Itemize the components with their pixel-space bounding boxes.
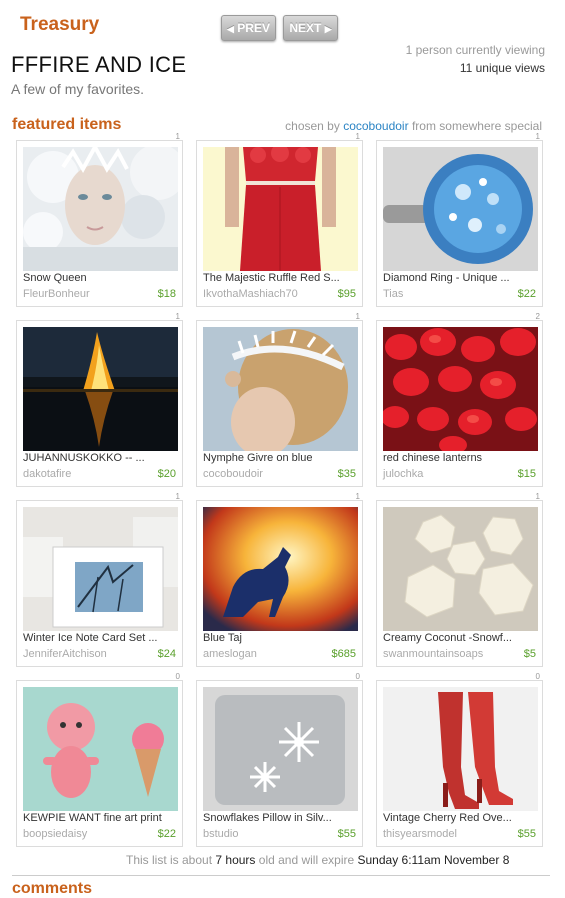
item-price: $55 <box>517 828 536 840</box>
item-title[interactable]: Blue Taj <box>203 632 358 644</box>
shop-name[interactable]: JenniferAitchison <box>23 648 107 660</box>
from-prefix: from <box>411 119 436 133</box>
prev-button-label: PREV <box>237 21 270 35</box>
comments-heading: comments <box>12 880 93 897</box>
item-card[interactable]: 1 Blue Taj ameslogan $685 <box>196 492 363 667</box>
item-card[interactable]: 0 Vintage Cherry Red Ove... thisyearsmod… <box>376 672 543 847</box>
item-title[interactable]: The Majestic Ruffle Red S... <box>203 272 358 284</box>
expiry-date: Sunday 6:11am November 8 <box>357 853 510 867</box>
item-title[interactable]: red chinese lanterns <box>383 452 538 464</box>
vote-count: 1 <box>175 132 180 141</box>
shop-name[interactable]: thisyearsmodel <box>383 828 457 840</box>
shop-name[interactable]: bstudio <box>203 828 238 840</box>
shop-name[interactable]: FleurBonheur <box>23 288 90 300</box>
vote-count: 0 <box>175 672 180 681</box>
shop-name[interactable]: IkvothaMashiach70 <box>203 288 298 300</box>
item-card[interactable]: 1 Diamond Ring - Unique ... Tias $22 <box>376 132 543 307</box>
item-thumbnail-lanterns[interactable] <box>383 327 538 451</box>
item-thumbnail-snowflake-pillow[interactable] <box>203 687 358 811</box>
shop-name[interactable]: swanmountainsoaps <box>383 648 483 660</box>
item-thumbnail-headband[interactable] <box>203 327 358 451</box>
vote-count: 0 <box>535 672 540 681</box>
item-price: $24 <box>157 648 176 660</box>
vote-count: 0 <box>355 672 360 681</box>
item-card[interactable]: 0 Snowflakes Pillow in Silv... bstudio $… <box>196 672 363 847</box>
list-age: 7 hours <box>215 853 256 867</box>
item-title[interactable]: JUHANNUSKOKKO -- ... <box>23 452 178 464</box>
item-thumbnail-red-boots[interactable] <box>383 687 538 811</box>
item-title[interactable]: Winter Ice Note Card Set ... <box>23 632 178 644</box>
viewing-count: 1 person currently viewing <box>405 43 545 57</box>
item-price: $685 <box>331 648 356 660</box>
next-button-label: NEXT <box>289 21 322 35</box>
vote-count: 1 <box>535 132 540 141</box>
item-card[interactable]: 1 JUHANNUSKOKKO -- ... dakotafire $20 <box>16 312 183 487</box>
page-subtitle: A few of my favorites. <box>11 81 145 97</box>
expiry-note: This list is about 7 hours old and will … <box>126 853 509 867</box>
divider <box>12 875 550 876</box>
item-card[interactable]: 1 Snow Queen FleurBonheur $18 <box>16 132 183 307</box>
chosen-prefix: chosen by <box>285 119 340 133</box>
triangle-right-icon: ▶ <box>324 24 332 34</box>
item-price: $55 <box>337 828 356 840</box>
item-price: $95 <box>337 288 356 300</box>
featured-heading: featured items <box>12 116 122 133</box>
triangle-left-icon: ◀ <box>227 24 234 34</box>
item-title[interactable]: Diamond Ring - Unique ... <box>383 272 538 284</box>
shop-name[interactable]: Tias <box>383 288 403 300</box>
expiry-prefix: This list is about <box>126 853 213 867</box>
page-title: FFFIRE AND ICE <box>11 52 187 77</box>
item-card[interactable]: 1 Nymphe Givre on blue cocoboudoir $35 <box>196 312 363 487</box>
item-price: $20 <box>157 468 176 480</box>
shop-name[interactable]: julochka <box>383 468 423 480</box>
item-card[interactable]: 1 The Majestic Ruffle Red S... IkvothaMa… <box>196 132 363 307</box>
item-title[interactable]: Creamy Coconut -Snowf... <box>383 632 538 644</box>
prev-button[interactable]: ◀ PREV <box>221 15 276 41</box>
item-thumbnail-diamond-ring[interactable] <box>383 147 538 271</box>
vote-count: 1 <box>355 492 360 501</box>
shop-name[interactable]: ameslogan <box>203 648 257 660</box>
item-card[interactable]: 1 Creamy Coconut -Snowf... swanmountains… <box>376 492 543 667</box>
curator-link[interactable]: cocoboudoir <box>343 119 408 133</box>
vote-count: 1 <box>355 312 360 321</box>
item-title[interactable]: Snow Queen <box>23 272 178 284</box>
item-price: $5 <box>523 648 536 660</box>
item-price: $22 <box>157 828 176 840</box>
item-title[interactable]: Vintage Cherry Red Ove... <box>383 812 538 824</box>
unique-views: 11 unique views <box>459 61 545 75</box>
item-title[interactable]: Snowflakes Pillow in Silv... <box>203 812 358 824</box>
shop-name[interactable]: boopsiedaisy <box>23 828 87 840</box>
item-price: $35 <box>337 468 356 480</box>
item-thumbnail-note-cards[interactable] <box>23 507 178 631</box>
item-thumbnail-kewpie[interactable] <box>23 687 178 811</box>
item-card[interactable]: 2 red chinese lanterns julochka $15 <box>376 312 543 487</box>
shop-name[interactable]: dakotafire <box>23 468 71 480</box>
item-title[interactable]: Nymphe Givre on blue <box>203 452 358 464</box>
item-price: $22 <box>517 288 536 300</box>
chosen-by-line: chosen by cocoboudoir from somewhere spe… <box>285 119 542 133</box>
item-price: $18 <box>157 288 176 300</box>
item-thumbnail-snow-queen[interactable] <box>23 147 178 271</box>
vote-count: 1 <box>175 492 180 501</box>
item-thumbnail-blue-taj[interactable] <box>203 507 358 631</box>
item-card[interactable]: 1 Winter Ice Note Card Set ... JenniferA… <box>16 492 183 667</box>
vote-count: 2 <box>535 312 540 321</box>
expiry-middle: old and will expire <box>258 853 355 867</box>
item-thumbnail-coconut-soap[interactable] <box>383 507 538 631</box>
item-title[interactable]: KEWPIE WANT fine art print <box>23 812 178 824</box>
item-thumbnail-red-dress[interactable] <box>203 147 358 271</box>
next-button[interactable]: NEXT ▶ <box>283 15 338 41</box>
vote-count: 1 <box>535 492 540 501</box>
treasury-brand[interactable]: Treasury <box>20 14 99 36</box>
vote-count: 1 <box>175 312 180 321</box>
item-card[interactable]: 0 KEWPIE WANT fine art print boopsiedais… <box>16 672 183 847</box>
curator-location: somewhere special <box>439 119 542 133</box>
item-price: $15 <box>517 468 536 480</box>
vote-count: 1 <box>355 132 360 141</box>
item-thumbnail-bonfire[interactable] <box>23 327 178 451</box>
shop-name[interactable]: cocoboudoir <box>203 468 263 480</box>
